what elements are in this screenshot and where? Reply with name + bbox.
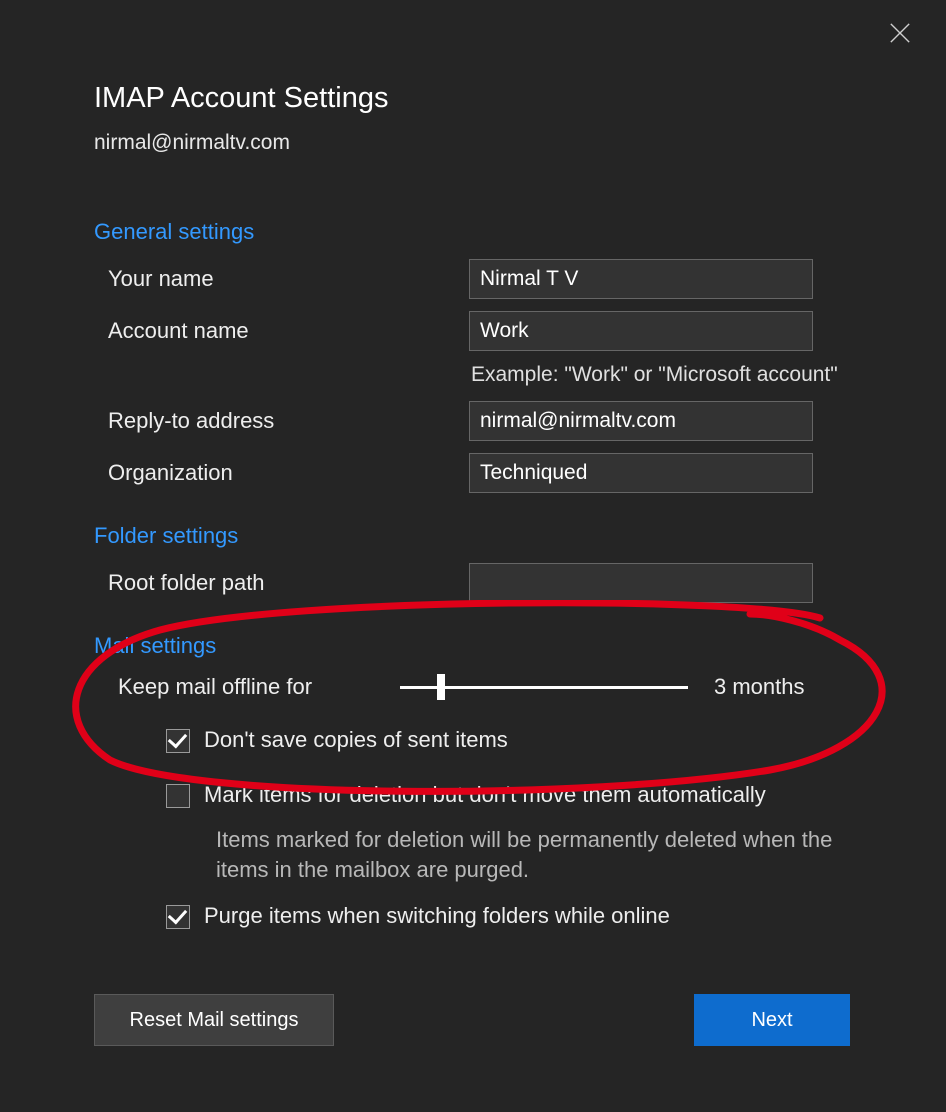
keep-offline-value: 3 months (714, 674, 805, 700)
page-title: IMAP Account Settings (94, 82, 900, 115)
close-button[interactable] (889, 22, 911, 49)
account-name-example: Example: "Work" or "Microsoft account" (469, 363, 900, 387)
account-name-input[interactable] (469, 311, 813, 351)
reply-to-input[interactable] (469, 401, 813, 441)
dont-save-sent-label: Don't save copies of sent items (204, 725, 508, 756)
root-folder-label: Root folder path (94, 570, 469, 596)
section-general-settings: General settings (94, 219, 900, 245)
mark-delete-note: Items marked for deletion will be perman… (216, 825, 876, 886)
account-name-label: Account name (94, 318, 469, 344)
reset-mail-settings-button[interactable]: Reset Mail settings (94, 994, 334, 1046)
section-mail-settings: Mail settings (94, 633, 900, 659)
purge-checkbox[interactable] (166, 905, 190, 929)
root-folder-input[interactable] (469, 563, 813, 603)
section-folder-settings: Folder settings (94, 523, 900, 549)
account-email: nirmal@nirmaltv.com (94, 131, 900, 155)
keep-offline-label: Keep mail offline for (118, 674, 400, 700)
close-icon (889, 22, 911, 44)
mark-delete-label: Mark items for deletion but don't move t… (204, 780, 766, 811)
organization-label: Organization (94, 460, 469, 486)
mark-delete-checkbox[interactable] (166, 784, 190, 808)
your-name-input[interactable] (469, 259, 813, 299)
keep-offline-slider[interactable] (400, 673, 688, 701)
organization-input[interactable] (469, 453, 813, 493)
next-button[interactable]: Next (694, 994, 850, 1046)
reply-to-label: Reply-to address (94, 408, 469, 434)
your-name-label: Your name (94, 266, 469, 292)
purge-label: Purge items when switching folders while… (204, 901, 670, 932)
slider-thumb[interactable] (437, 674, 445, 700)
dont-save-sent-checkbox[interactable] (166, 729, 190, 753)
